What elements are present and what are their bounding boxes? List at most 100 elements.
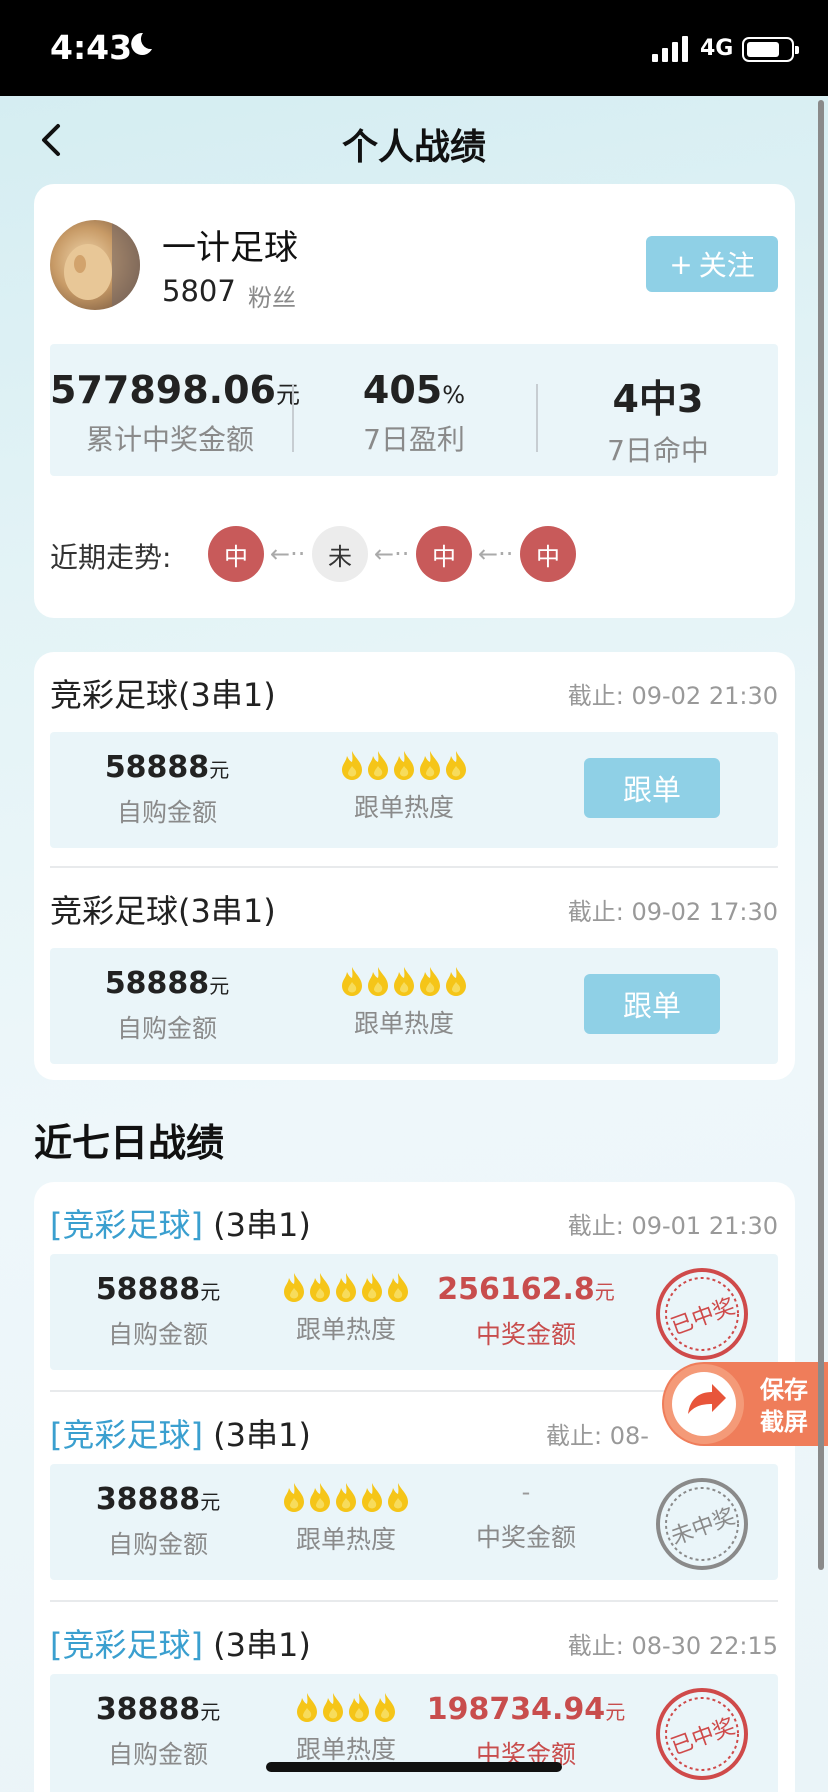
self-buy-amount: 58888元 自购金额 [50, 966, 284, 1045]
flame-icon [342, 967, 362, 996]
page-title: 个人战绩 [341, 127, 486, 168]
stat-unit: % [442, 381, 466, 409]
history-section-title: 近七日战绩 [34, 1121, 225, 1165]
user-name: 一计足球 [162, 228, 298, 268]
arrow-left-icon: ←·· [270, 540, 306, 568]
history-deadline: 截止: 08-30 22:15 [567, 1632, 778, 1660]
flame-icon [362, 1483, 382, 1512]
trend-label: 近期走势: [50, 541, 172, 574]
amount-value: 58888 [104, 750, 210, 785]
prize-value: - [521, 1478, 531, 1506]
heat-flames [284, 962, 524, 996]
battery-icon [742, 37, 799, 62]
amount-label: 自购金额 [116, 798, 217, 827]
amount-value: 38888 [95, 1482, 201, 1517]
history-deadline: 截止: 09-01 21:30 [567, 1212, 778, 1240]
amount-label: 自购金额 [116, 1014, 217, 1043]
prize-value: 198734.94 [426, 1692, 606, 1727]
flame-icon [394, 967, 414, 996]
profile-card: 一计足球 5807 粉丝 + 关注 577898.06元 累计中奖金额 405% … [34, 184, 795, 618]
history-title: [竞彩足球] (3串1) [50, 1200, 311, 1246]
amount-unit: 元 [209, 974, 230, 998]
prize-label: 中奖金额 [475, 1523, 576, 1552]
lottery-tag[interactable]: [竞彩足球] [50, 1626, 203, 1664]
flame-icon [336, 1273, 356, 1302]
amount-unit: 元 [209, 758, 230, 782]
order-deadline: 截止: 09-02 17:30 [567, 898, 778, 926]
stat-7day-hits: 4中3 7日命中 [538, 368, 778, 469]
flame-icon [310, 1273, 330, 1302]
flame-icon [394, 751, 414, 780]
current-orders-card: 竞彩足球(3串1) 截止: 09-02 21:30 58888元 自购金额 跟单… [34, 652, 795, 1080]
status-time: 4:43 [50, 28, 133, 67]
amount-value: 58888 [104, 966, 210, 1001]
follow-button[interactable]: + 关注 [646, 236, 778, 292]
flame-icon [284, 1273, 304, 1302]
stat-label: 7日命中 [607, 434, 709, 467]
signal-icon [652, 36, 688, 62]
stat-value: 4中3 [612, 377, 704, 421]
arrow-left-icon: ←·· [478, 540, 514, 568]
lottery-tag[interactable]: [竞彩足球] [50, 1416, 203, 1454]
order-title: 竞彩足球(3串1) [50, 892, 276, 930]
prize-label: 中奖金额 [475, 1320, 576, 1349]
flame-icon [446, 751, 466, 780]
follow-order-button[interactable]: 跟单 [584, 758, 720, 818]
trend-pill-hit: 中 [520, 526, 576, 582]
scrollbar[interactable] [818, 100, 824, 1570]
flame-icon [362, 1273, 382, 1302]
flame-icon [420, 751, 440, 780]
amount-unit: 元 [200, 1700, 221, 1724]
flame-icon [310, 1483, 330, 1512]
self-buy-amount: 58888元 自购金额 [50, 750, 284, 829]
lottery-tag[interactable]: [竞彩足球] [50, 1206, 203, 1244]
follow-order-button[interactable]: 跟单 [584, 974, 720, 1034]
prize-unit: 元 [594, 1280, 615, 1304]
prize-amount: - 中奖金额 [406, 1478, 646, 1554]
bet-type: (3串1) [213, 1416, 311, 1454]
bet-type: (3串1) [213, 1206, 311, 1244]
stats-panel: 577898.06元 累计中奖金额 405% 7日盈利 4中3 7日命中 [50, 344, 778, 476]
amount-unit: 元 [200, 1490, 221, 1514]
save-screenshot-button[interactable]: 保存 截屏 [658, 1358, 828, 1450]
stat-total-prize: 577898.06元 累计中奖金额 [50, 368, 300, 458]
won-stamp-icon: 已中奖 [656, 1688, 748, 1780]
plus-icon: + [669, 247, 693, 281]
nav-header: 个人战绩 [0, 96, 828, 188]
order-deadline: 截止: 09-02 21:30 [567, 682, 778, 710]
flame-icon [336, 1483, 356, 1512]
history-title: [竞彩足球] (3串1) [50, 1410, 311, 1456]
follow-heat: 跟单热度 [284, 962, 524, 1040]
status-bar: 4:43 4G [0, 0, 828, 96]
stat-label: 7日盈利 [363, 423, 465, 456]
prize-value: 256162.8 [437, 1272, 595, 1307]
flame-icon [297, 1693, 317, 1722]
stat-value: 577898.06 [50, 368, 276, 412]
history-card: [竞彩足球] (3串1) 截止: 09-01 21:30 58888元 自购金额… [34, 1182, 795, 1792]
fans-count: 5807 [162, 274, 236, 308]
heat-flames [284, 746, 524, 780]
flame-icon [368, 751, 388, 780]
stat-label: 累计中奖金额 [85, 423, 254, 456]
avatar[interactable] [50, 220, 140, 310]
heat-label: 跟单热度 [353, 1009, 454, 1038]
flame-icon [323, 1693, 343, 1722]
follow-label: 关注 [698, 249, 755, 282]
amount-value: 58888 [95, 1272, 201, 1307]
prize-amount: 256162.8元 中奖金额 [406, 1272, 646, 1351]
order-item: 竞彩足球(3串1) 截止: 09-02 21:30 58888元 自购金额 跟单… [50, 652, 778, 852]
stamp-text: 未中奖 [668, 1504, 739, 1550]
home-indicator[interactable] [266, 1762, 562, 1772]
trend-pill-hit: 中 [416, 526, 472, 582]
moon-icon [131, 32, 152, 55]
won-stamp-icon: 已中奖 [656, 1268, 748, 1360]
heat-label: 跟单热度 [353, 793, 454, 822]
stamp-text: 已中奖 [668, 1714, 739, 1760]
order-item: 竞彩足球(3串1) 截止: 09-02 17:30 58888元 自购金额 跟单… [50, 868, 778, 1068]
arrow-left-icon: ←·· [374, 540, 410, 568]
order-title: 竞彩足球(3串1) [50, 676, 276, 714]
network-type: 4G [700, 36, 734, 61]
trend-pill-hit: 中 [208, 526, 264, 582]
bet-type: (3串1) [213, 1626, 311, 1664]
follow-heat: 跟单热度 [284, 746, 524, 824]
